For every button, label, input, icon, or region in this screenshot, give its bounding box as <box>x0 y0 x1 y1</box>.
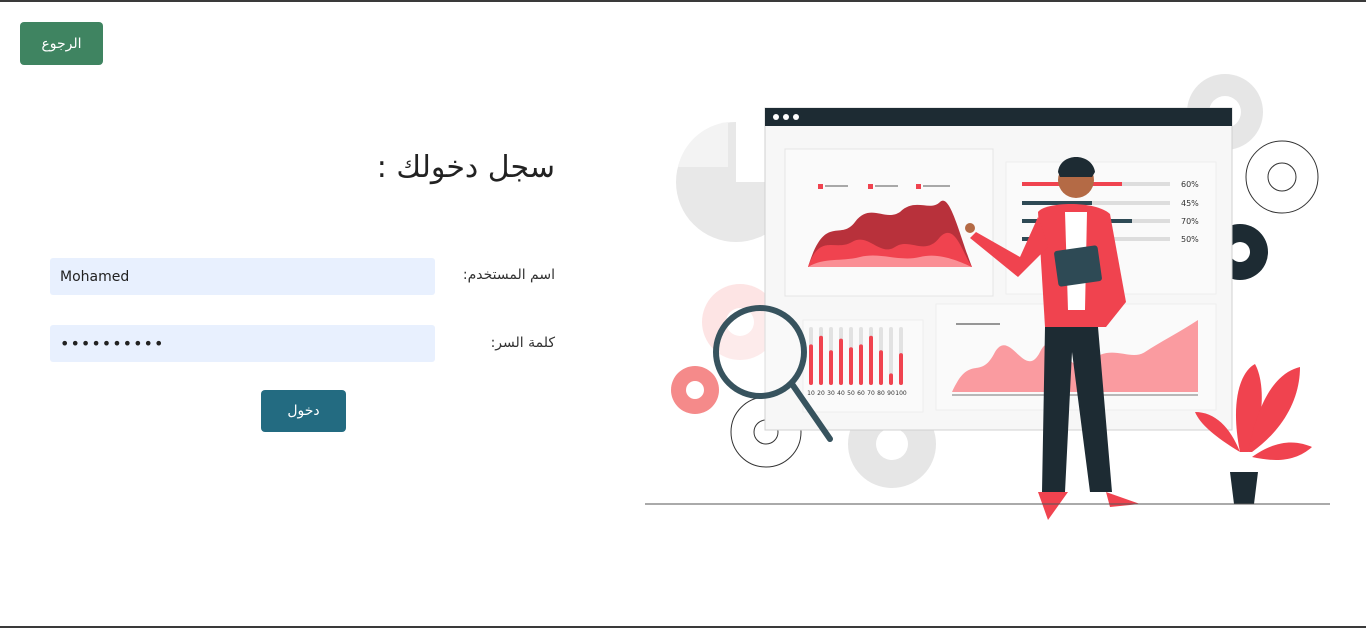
stat-label: 70% <box>1181 217 1199 226</box>
password-label: كلمة السر: <box>490 335 555 351</box>
bar-axis-label: 100 <box>895 390 907 397</box>
bar-axis-label: 90 <box>887 390 895 397</box>
bar <box>829 350 833 385</box>
gear-icon <box>671 366 719 414</box>
bar-axis-label: 10 <box>807 390 815 397</box>
login-button[interactable]: دخول <box>261 390 346 432</box>
page-title: سجل دخولك : <box>376 150 555 185</box>
stat-label: 60% <box>1181 180 1199 189</box>
bar <box>859 344 863 385</box>
back-button[interactable]: الرجوع <box>20 22 103 65</box>
bar-axis-label: 20 <box>817 390 825 397</box>
username-input[interactable] <box>50 258 435 295</box>
stat-label: 45% <box>1181 199 1199 208</box>
analytics-illustration: 60% 45% 70% 50% 10 20 30 40 50 60 70 80 90 100 <box>645 74 1330 520</box>
bar <box>839 338 843 385</box>
bar-chart: 10 20 30 40 50 60 70 80 90 100 <box>802 319 924 413</box>
bar <box>879 350 883 385</box>
username-label: اسم المستخدم: <box>462 267 555 283</box>
password-input[interactable] <box>50 325 435 362</box>
bar-axis-label: 60 <box>857 390 865 397</box>
bar <box>869 335 873 385</box>
bar <box>889 373 893 385</box>
bar-axis-label: 80 <box>877 390 885 397</box>
bar-axis-label: 50 <box>847 390 855 397</box>
bar <box>819 335 823 385</box>
bar <box>809 344 813 385</box>
gear-icon <box>1245 140 1319 214</box>
bar-axis-label: 70 <box>867 390 875 397</box>
bar <box>849 347 853 385</box>
bar-axis-label: 30 <box>827 390 835 397</box>
bar <box>899 353 903 385</box>
bar-axis-label: 40 <box>837 390 845 397</box>
stat-label: 50% <box>1181 235 1199 244</box>
